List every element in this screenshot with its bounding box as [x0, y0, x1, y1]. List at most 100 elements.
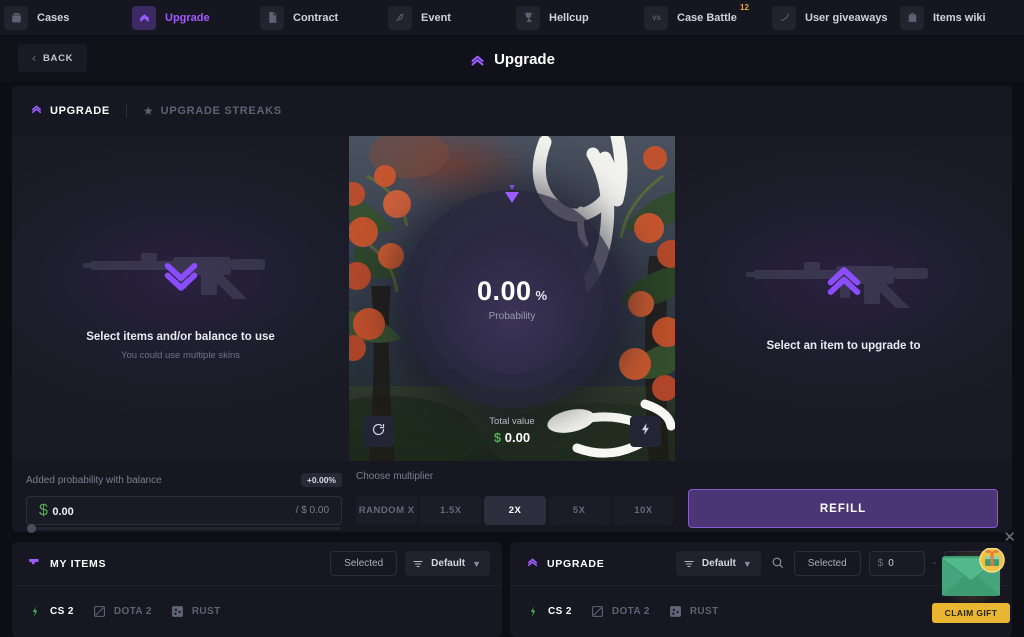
star-icon: ★: [142, 104, 154, 118]
multiplier-control: Choose multiplier RANDOM X 1.5X 2X 5X 10…: [356, 471, 675, 525]
target-panel-title: Select an item to upgrade to: [766, 339, 921, 352]
balance-header: Added probability with balance +0.00%: [26, 471, 342, 489]
tab-upgrade-streaks[interactable]: ★ UPGRADE STREAKS: [143, 105, 298, 117]
nav-item-user-giveaways[interactable]: User giveaways: [768, 0, 896, 36]
double-chevron-down-icon: [158, 250, 204, 301]
upgrade-selected-button[interactable]: Selected: [793, 551, 861, 576]
multiplier-random[interactable]: RANDOM X: [356, 496, 418, 525]
nav-label: User giveaways: [805, 11, 888, 24]
balance-input-value: $ 0.00: [39, 502, 74, 520]
upgrade-card: UPGRADE ★ UPGRADE STREAKS Select items a…: [12, 86, 1012, 533]
balance-max: / $ 0.00: [295, 505, 329, 516]
game-tab-cs2[interactable]: CS 2: [28, 604, 74, 619]
my-items-panel: MY ITEMS Selected Default ▼ CS 2 DOTA 2: [12, 542, 502, 637]
claim-gift-widget[interactable]: CLAIM GIFT: [932, 548, 1010, 628]
wheel-inner: 0.00 % Probability: [437, 224, 587, 374]
probability-wheel: 0.00 % Probability: [403, 190, 621, 408]
upgrade-items-title: UPGRADE: [526, 555, 604, 573]
back-label: BACK: [43, 52, 74, 64]
game-tab-rust[interactable]: RUST: [668, 604, 719, 619]
claim-gift-button[interactable]: CLAIM GIFT: [932, 603, 1010, 623]
probability-value-row: 0.00 %: [477, 276, 547, 307]
probability-unit: %: [535, 288, 548, 303]
dota2-icon: [590, 604, 605, 619]
price-min-input[interactable]: $ 0: [868, 551, 925, 576]
upgrade-controls: Added probability with balance +0.00% $ …: [12, 461, 1012, 533]
pistol-icon: [28, 555, 42, 573]
my-items-title-text: MY ITEMS: [50, 557, 107, 570]
nav-badge-count: 12: [740, 2, 749, 12]
probability-wheel-panel: 0.00 % Probability Total value $ 0.00: [349, 136, 675, 461]
my-items-title: MY ITEMS: [28, 555, 106, 573]
multiplier-2x[interactable]: 2X: [484, 496, 546, 525]
multiplier-1-5x[interactable]: 1.5X: [420, 496, 482, 525]
nav-item-hellcup[interactable]: Hellcup: [512, 0, 640, 36]
tab-label: UPGRADE STREAKS: [160, 105, 282, 117]
card-tabs: UPGRADE ★ UPGRADE STREAKS: [12, 86, 1012, 136]
top-navigation: Cases Upgrade Contract Event Hellcup VS …: [0, 0, 1024, 36]
cases-icon: [4, 5, 28, 30]
added-probability-badge: +0.00%: [300, 473, 342, 487]
refresh-button[interactable]: [363, 416, 394, 447]
document-icon: [260, 5, 284, 30]
balance-slider-track[interactable]: [27, 527, 341, 530]
dota2-icon: [92, 604, 107, 619]
nav-item-event[interactable]: Event: [384, 0, 512, 36]
source-items-panel[interactable]: Select items and/or balance to use You c…: [12, 136, 349, 461]
chevron-up-icon: [526, 555, 539, 573]
nav-item-contract[interactable]: Contract: [256, 0, 384, 36]
game-label: CS 2: [50, 605, 74, 617]
balance-input[interactable]: $ 0.00 / $ 0.00: [26, 496, 342, 533]
balance-label: Added probability with balance: [26, 474, 162, 486]
close-icon[interactable]: ✕: [1003, 530, 1016, 545]
back-button[interactable]: ‹ BACK: [18, 44, 88, 72]
my-items-sort-select[interactable]: Default ▼: [405, 551, 490, 576]
game-tab-dota2[interactable]: DOTA 2: [92, 604, 152, 619]
wheel-marker-dot: [509, 185, 515, 190]
nav-label: Items wiki: [933, 11, 986, 24]
source-placeholder-art: [81, 237, 281, 315]
refill-button[interactable]: REFILL: [688, 489, 998, 528]
search-icon[interactable]: [769, 556, 786, 572]
nav-label: Case Battle 12: [677, 3, 749, 24]
game-tab-rust[interactable]: RUST: [170, 604, 221, 619]
fast-upgrade-button[interactable]: [630, 416, 661, 447]
feather-icon: [388, 5, 412, 30]
multiplier-10x[interactable]: 10X: [612, 496, 675, 525]
balance-slider-knob[interactable]: [27, 524, 36, 533]
my-items-selected-button[interactable]: Selected: [330, 551, 398, 576]
filter-icon: [405, 558, 431, 570]
game-label: RUST: [191, 605, 221, 617]
cs2-icon: [526, 604, 541, 619]
game-label: DOTA 2: [611, 605, 650, 617]
tab-upgrade[interactable]: UPGRADE: [30, 102, 126, 120]
game-tab-cs2[interactable]: CS 2: [526, 604, 572, 619]
game-tab-dota2[interactable]: DOTA 2: [590, 604, 650, 619]
nav-item-upgrade[interactable]: Upgrade: [128, 0, 256, 36]
currency-symbol: $: [39, 501, 48, 519]
multiplier-5x[interactable]: 5X: [548, 496, 610, 525]
rust-icon: [170, 604, 185, 619]
page-title-text: Upgrade: [494, 50, 555, 68]
nav-item-items-wiki[interactable]: Items wiki: [896, 0, 1024, 36]
chevron-down-icon: ▼: [742, 558, 752, 569]
rust-icon: [668, 604, 683, 619]
refresh-icon: [371, 422, 386, 442]
chevron-down-icon: ▼: [472, 558, 481, 569]
trophy-icon: [516, 5, 540, 30]
currency-symbol: $: [493, 430, 502, 445]
vs-icon: VS: [644, 5, 668, 30]
nav-item-case-battle[interactable]: VS Case Battle 12: [640, 0, 768, 36]
tab-label: UPGRADE: [50, 105, 110, 117]
upgrade-sort-select[interactable]: Default ▼: [675, 551, 761, 576]
cs2-icon: [28, 604, 43, 619]
nav-label: Contract: [293, 11, 339, 24]
nav-item-cases[interactable]: Cases: [0, 0, 128, 36]
my-items-header: MY ITEMS Selected Default ▼: [12, 542, 502, 586]
nav-label: Cases: [37, 11, 70, 24]
upgrade-sort-label: Default: [701, 558, 736, 569]
target-item-panel[interactable]: Select an item to upgrade to: [675, 136, 1012, 461]
total-value-label: Total value: [489, 416, 535, 427]
game-label: DOTA 2: [113, 605, 152, 617]
page-title: Upgrade: [0, 36, 1024, 82]
